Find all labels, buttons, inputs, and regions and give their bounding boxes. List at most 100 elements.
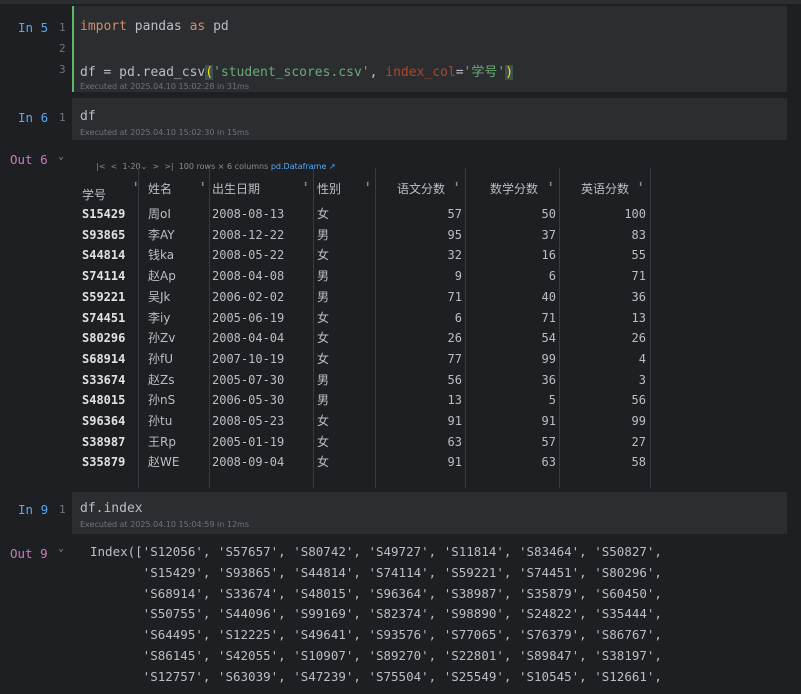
cell-gender: 男 xyxy=(317,372,330,387)
table-row[interactable]: S33674 赵Zs 2005-07-30 男 56 36 3 xyxy=(72,370,652,390)
column-header-birthdate[interactable]: 出生日期 xyxy=(212,180,260,197)
cell-chinese-score: 13 xyxy=(447,393,462,408)
table-row[interactable]: S74114 赵Ap 2008-04-08 男 9 6 71 xyxy=(72,266,652,286)
cell-math-score: 40 xyxy=(541,289,556,304)
column-header-english-score[interactable]: 英语分数 xyxy=(581,180,629,197)
cell-english-score: 36 xyxy=(631,289,646,304)
cell-student-id: S33674 xyxy=(82,372,126,387)
cell-math-score: 54 xyxy=(541,331,556,346)
cell-name: 吴Jk xyxy=(148,289,171,304)
cell-math-score: 16 xyxy=(541,248,556,263)
cell-student-id: S93865 xyxy=(82,227,126,242)
cell-english-score: 26 xyxy=(631,331,646,346)
output-line: 'S68914', 'S33674', 'S48015', 'S96364', … xyxy=(90,585,662,601)
cell-birthdate: 2008-12-22 xyxy=(212,227,285,242)
cell-math-score: 71 xyxy=(541,310,556,325)
cell-name: 李AY xyxy=(148,227,175,242)
table-row[interactable]: S35879 赵WE 2008-09-04 女 91 63 58 xyxy=(72,452,652,472)
cell-english-score: 3 xyxy=(638,372,646,387)
cell-math-score: 57 xyxy=(541,434,556,449)
table-row[interactable]: S44814 钱ka 2008-05-22 女 32 16 55 xyxy=(72,245,652,265)
cell-name: 李iy xyxy=(148,310,171,325)
table-row[interactable]: S93865 李AY 2008-12-22 男 95 37 83 xyxy=(72,225,652,245)
line-number: 3 xyxy=(59,63,66,76)
cell-prompt: In 6 xyxy=(18,110,49,125)
dataframe-viewer: |< < 1-20⌄ > >| 100 rows × 6 columns pd.… xyxy=(72,146,652,488)
sort-icon[interactable]: ⬍ xyxy=(303,180,308,190)
code-editor[interactable]: df.index Executed at 2025.04.10 15:04:59… xyxy=(72,492,787,534)
collapse-output-icon[interactable]: ⌄ xyxy=(58,151,64,162)
cell-name: 赵WE xyxy=(148,455,180,470)
cell-name: 王Rp xyxy=(148,434,176,449)
cell-english-score: 100 xyxy=(624,207,646,221)
first-page-button[interactable]: |< xyxy=(96,162,105,171)
cell-gender: 女 xyxy=(317,414,330,428)
sort-icon[interactable]: ⬍ xyxy=(200,180,205,190)
cell-birthdate: 2008-08-13 xyxy=(212,207,285,221)
cell-in-5[interactable]: In 5 1 2 3 import pandas as pd df = pd.r… xyxy=(0,6,801,94)
column-header-name[interactable]: 姓名 xyxy=(148,180,172,197)
cell-in-9[interactable]: In 9 1 df.index Executed at 2025.04.10 1… xyxy=(0,492,801,534)
cell-gender: 男 xyxy=(317,393,330,408)
cell-birthdate: 2006-05-30 xyxy=(212,393,285,408)
cell-student-id: S44814 xyxy=(82,248,126,263)
cell-english-score: 55 xyxy=(631,248,646,263)
cell-birthdate: 2008-04-08 xyxy=(212,269,285,284)
selected-cell-indicator xyxy=(72,6,74,92)
column-header-chinese-score[interactable]: 语文分数 xyxy=(397,180,445,197)
cell-english-score: 83 xyxy=(631,227,646,242)
cell-name: 赵Ap xyxy=(148,269,176,284)
cell-gender: 女 xyxy=(317,207,330,221)
cell-math-score: 99 xyxy=(541,351,556,366)
column-header-gender[interactable]: 性别 xyxy=(317,180,341,197)
cell-student-id: S48015 xyxy=(82,393,126,408)
dataframe-type-link[interactable]: pd.Dataframe ↗ xyxy=(271,162,336,171)
cell-student-id: S74451 xyxy=(82,310,126,325)
table-row[interactable]: S96364 孙tu 2008-05-23 女 91 91 99 xyxy=(72,411,652,431)
sort-icon[interactable]: ⬍ xyxy=(638,180,643,190)
table-row[interactable]: S15429 周oI 2008-08-13 女 57 50 100 xyxy=(72,204,652,224)
cell-chinese-score: 77 xyxy=(447,351,462,366)
sort-icon[interactable]: ⬍ xyxy=(133,180,138,190)
sort-icon[interactable]: ⬍ xyxy=(454,180,459,190)
cell-math-score: 36 xyxy=(541,372,556,387)
cell-english-score: 71 xyxy=(631,269,646,284)
next-page-button[interactable]: > xyxy=(152,162,159,171)
column-header-index[interactable]: 学号 xyxy=(82,186,106,203)
table-row[interactable]: S80296 孙Zv 2008-04-04 女 26 54 26 xyxy=(72,328,652,348)
sort-icon[interactable]: ⬍ xyxy=(365,180,370,190)
cell-prompt: Out 6 xyxy=(10,152,48,167)
cell-student-id: S38987 xyxy=(82,434,126,449)
table-row[interactable]: S74451 李iy 2005-06-19 女 6 71 13 xyxy=(72,308,652,328)
table-row[interactable]: S68914 孙fU 2007-10-19 女 77 99 4 xyxy=(72,349,652,369)
sort-icon[interactable]: ⬍ xyxy=(548,180,553,190)
code-editor[interactable]: import pandas as pd df = pd.read_csv('st… xyxy=(72,6,787,92)
code-line: import pandas as pd xyxy=(80,19,229,34)
cell-chinese-score: 9 xyxy=(454,269,462,284)
cell-prompt: Out 9 xyxy=(10,546,48,561)
cell-student-id: S74114 xyxy=(82,269,126,284)
cell-name: 孙fU xyxy=(148,351,174,366)
cell-name: 孙Zv xyxy=(148,331,176,346)
cell-birthdate: 2008-05-23 xyxy=(212,414,285,428)
table-row[interactable]: S48015 孙nS 2006-05-30 男 13 5 56 xyxy=(72,390,652,410)
chevron-down-icon[interactable]: ⌄ xyxy=(141,162,148,171)
table-row[interactable]: S59221 吴Jk 2006-02-02 男 71 40 36 xyxy=(72,287,652,307)
cell-math-score: 5 xyxy=(548,393,556,408)
cell-chinese-score: 6 xyxy=(454,310,462,325)
cell-gender: 男 xyxy=(317,269,330,284)
last-page-button[interactable]: >| xyxy=(164,162,173,171)
code-editor[interactable]: df Executed at 2025.04.10 15:02:30 in 15… xyxy=(72,98,787,140)
cell-english-score: 27 xyxy=(631,434,646,449)
cell-student-id: S68914 xyxy=(82,351,126,366)
collapse-output-icon[interactable]: ⌄ xyxy=(58,543,64,554)
cell-gender: 男 xyxy=(317,227,330,242)
cell-gender: 女 xyxy=(317,310,330,325)
table-row[interactable]: S38987 王Rp 2005-01-19 女 63 57 27 xyxy=(72,432,652,452)
column-header-math-score[interactable]: 数学分数 xyxy=(490,180,538,197)
prev-page-button[interactable]: < xyxy=(111,162,118,171)
cell-chinese-score: 63 xyxy=(447,434,462,449)
line-number: 1 xyxy=(59,21,66,34)
cell-in-6[interactable]: In 6 1 df Executed at 2025.04.10 15:02:3… xyxy=(0,98,801,140)
cell-chinese-score: 95 xyxy=(447,227,462,242)
